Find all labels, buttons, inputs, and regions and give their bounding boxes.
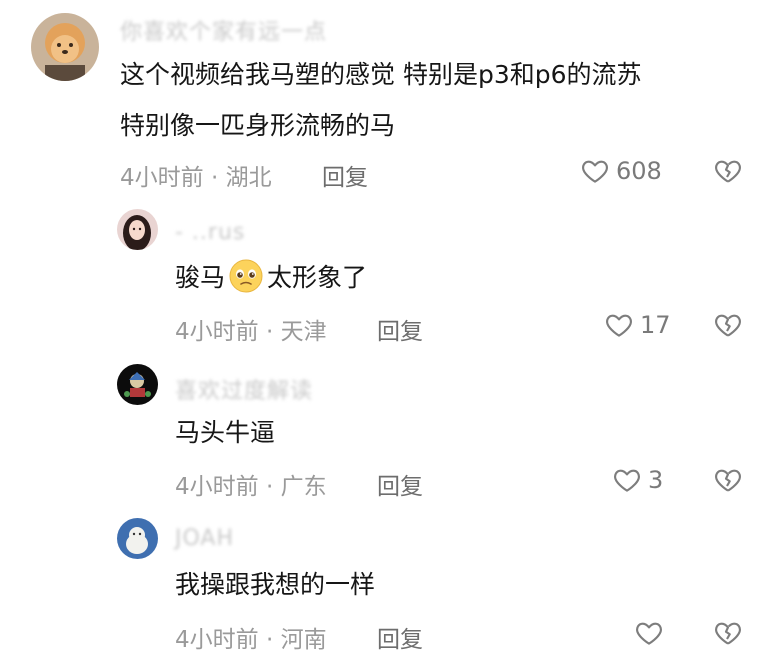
- username[interactable]: 喜欢过度解读: [175, 373, 313, 405]
- comment-meta: 4小时前 · 湖北: [120, 165, 272, 191]
- comment-text: 骏马 太形象了: [175, 256, 367, 300]
- comment-text-line-1: 这个视频给我马塑的感觉 特别是p3和p6的流苏: [120, 60, 642, 89]
- reply-button[interactable]: 回复: [322, 158, 368, 192]
- like-button[interactable]: [634, 618, 664, 648]
- username[interactable]: JOAH: [175, 526, 234, 551]
- comment-text: 马头牛逼: [175, 418, 276, 447]
- pleading-face-emoji: [229, 259, 263, 293]
- like-button[interactable]: 17: [604, 310, 671, 340]
- heart-outline-icon: [612, 465, 642, 495]
- like-button[interactable]: 608: [580, 156, 662, 186]
- broken-heart-outline-icon: [712, 314, 744, 344]
- broken-heart-outline-icon: [712, 469, 744, 499]
- broken-heart-outline-icon: [712, 622, 744, 652]
- heart-outline-icon: [604, 310, 634, 340]
- comment-text-line-2: 特别像一匹身形流畅的马: [120, 111, 396, 140]
- like-count: 608: [616, 157, 662, 185]
- comment-meta: 4小时前 · 广东: [175, 474, 327, 500]
- avatar[interactable]: [117, 364, 158, 405]
- username[interactable]: 你喜欢个家有远一点: [120, 14, 327, 46]
- avatar[interactable]: [31, 13, 99, 81]
- reply-button[interactable]: 回复: [377, 620, 423, 654]
- like-count: 17: [640, 311, 671, 339]
- comment-meta: 4小时前 · 河南: [175, 627, 327, 653]
- comment-text-part: 太形象了: [267, 263, 368, 292]
- dislike-button[interactable]: [712, 465, 744, 499]
- dislike-button[interactable]: [712, 310, 744, 344]
- username[interactable]: - ..rus: [175, 220, 245, 245]
- comment-text: 我操跟我想的一样: [175, 570, 376, 599]
- reply-button[interactable]: 回复: [377, 312, 423, 346]
- dislike-button[interactable]: [712, 156, 744, 190]
- reply-button[interactable]: 回复: [377, 467, 423, 501]
- avatar[interactable]: [117, 209, 158, 250]
- comment-text-part: 骏马: [175, 263, 226, 292]
- dislike-button[interactable]: [712, 618, 744, 652]
- heart-outline-icon: [634, 618, 664, 648]
- like-count: 3: [648, 466, 664, 494]
- heart-outline-icon: [580, 156, 610, 186]
- comment-meta: 4小时前 · 天津: [175, 319, 327, 345]
- avatar[interactable]: [117, 518, 158, 559]
- broken-heart-outline-icon: [712, 160, 744, 190]
- like-button[interactable]: 3: [612, 465, 663, 495]
